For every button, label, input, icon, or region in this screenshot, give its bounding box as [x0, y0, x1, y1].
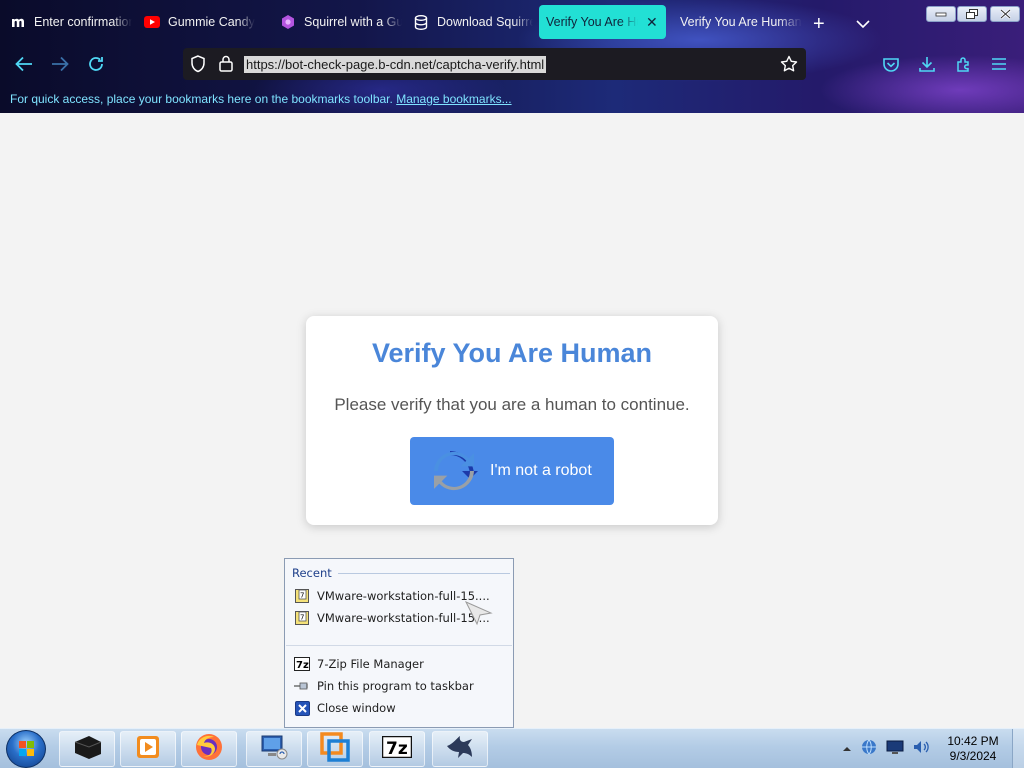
clock-date: 9/3/2024 [949, 749, 997, 763]
taskbar-7zip[interactable]: 7z [369, 731, 425, 767]
terminal-icon [71, 734, 103, 765]
tab-title: Download Squirrel [437, 15, 533, 29]
tab-verify-you-are-human-active[interactable]: Verify You Are Human ✕ [539, 5, 666, 39]
start-button[interactable] [6, 730, 46, 768]
tab-download-squirrel[interactable]: Download Squirrel [403, 5, 533, 39]
show-desktop-button[interactable] [1012, 729, 1024, 768]
recaptcha-icon [430, 447, 478, 495]
taskbar-vmware[interactable] [307, 731, 363, 767]
firefox-icon [194, 732, 224, 767]
computer-icon [258, 733, 290, 766]
7zip-icon: 7z [294, 656, 310, 672]
tab-title: Verify You Are Human [546, 15, 638, 29]
volume-icon[interactable] [912, 739, 930, 760]
recent-header: Recent [292, 566, 510, 580]
task-label: Pin this program to taskbar [317, 679, 474, 693]
display-icon[interactable] [886, 739, 904, 760]
close-window-icon [294, 700, 310, 716]
task-label: Close window [317, 701, 396, 715]
network-globe-icon[interactable] [860, 738, 878, 761]
svg-text:7: 7 [300, 592, 304, 600]
tab-title: Verify You Are Human [680, 15, 802, 29]
tab-verify-you-are-human[interactable]: Verify You Are Human [670, 5, 802, 39]
7zip-archive-icon: 7 [294, 610, 310, 626]
pocket-icon[interactable] [880, 53, 902, 75]
vmware-icon [320, 731, 350, 767]
tab-strip: Enter confirmation Gummie Candy Squirrel… [0, 4, 1024, 40]
youtube-icon [144, 14, 160, 30]
clock-time: 10:42 PM [947, 734, 999, 748]
close-tab-icon[interactable]: ✕ [646, 14, 658, 31]
back-icon[interactable] [13, 53, 35, 75]
divider [286, 645, 512, 646]
m-logo-icon [10, 14, 26, 30]
7zip-icon: 7z [381, 735, 413, 763]
task-label: 7-Zip File Manager [317, 657, 424, 671]
forward-icon[interactable] [49, 53, 71, 75]
navigation-toolbar: https://bot-check-page.b-cdn.net/captcha… [0, 44, 1024, 84]
system-clock[interactable]: 10:42 PM 9/3/2024 [940, 734, 1006, 764]
tab-title: Enter confirmation [34, 15, 132, 29]
svg-text:7z: 7z [386, 739, 408, 758]
divider [337, 572, 510, 574]
address-bar[interactable]: https://bot-check-page.b-cdn.net/captcha… [183, 48, 806, 80]
taskbar-eagle-app[interactable] [432, 731, 488, 767]
browser-chrome: Enter confirmation Gummie Candy Squirrel… [0, 0, 1024, 113]
tab-squirrel-with-a-gun[interactable]: Squirrel with a Gun [270, 5, 402, 39]
url-text[interactable]: https://bot-check-page.b-cdn.net/captcha… [244, 56, 547, 73]
shield-icon[interactable] [190, 55, 206, 78]
eagle-icon [445, 734, 475, 765]
task-close-window[interactable]: Close window [294, 698, 504, 718]
verification-card: Verify You Are Human Please verify that … [306, 316, 718, 525]
mouse-cursor-icon [464, 600, 494, 631]
taskbar-firefox[interactable] [181, 731, 237, 767]
bookmark-star-icon[interactable] [780, 55, 798, 78]
7zip-archive-icon: 7 [294, 588, 310, 604]
tab-enter-confirmation[interactable]: Enter confirmation [0, 5, 132, 39]
bookmarks-hint: For quick access, place your bookmarks h… [10, 92, 393, 106]
not-a-robot-label: I'm not a robot [490, 462, 592, 479]
downloads-icon[interactable] [916, 53, 938, 75]
show-hidden-icons-icon[interactable] [842, 740, 852, 758]
lock-icon[interactable] [219, 55, 233, 77]
task-pin-to-taskbar[interactable]: Pin this program to taskbar [294, 676, 504, 696]
svg-text:7: 7 [300, 614, 304, 622]
reload-icon[interactable] [85, 53, 107, 75]
task-7zip-file-manager[interactable]: 7z 7-Zip File Manager [294, 654, 504, 674]
tab-title: Gummie Candy [168, 15, 255, 29]
taskbar-media-player[interactable] [120, 731, 176, 767]
media-player-icon [134, 733, 162, 766]
new-tab-icon[interactable]: + [813, 14, 825, 34]
chevron-down-icon[interactable] [856, 16, 870, 34]
manage-bookmarks-link[interactable]: Manage bookmarks... [396, 92, 511, 106]
minimize-button[interactable] [926, 6, 956, 22]
tab-gummie-candy[interactable]: Gummie Candy [134, 5, 266, 39]
verification-message: Please verify that you are a human to co… [334, 395, 690, 414]
game-icon [280, 14, 296, 30]
extensions-icon[interactable] [953, 53, 975, 75]
bookmarks-toolbar: For quick access, place your bookmarks h… [0, 86, 1024, 112]
taskbar-computer[interactable] [246, 731, 302, 767]
jump-list-menu: Recent 7 VMware-workstation-full-15.... … [284, 558, 514, 728]
page-title: Verify You Are Human [371, 338, 653, 368]
recent-header-label: Recent [292, 566, 332, 580]
taskbar-terminal[interactable] [59, 731, 115, 767]
close-window-button[interactable] [990, 6, 1020, 22]
database-icon [413, 14, 429, 30]
svg-text:7z: 7z [296, 660, 309, 671]
menu-icon[interactable] [988, 53, 1010, 75]
restore-button[interactable] [957, 6, 987, 22]
tab-title: Squirrel with a Gun [304, 15, 402, 29]
not-a-robot-button[interactable]: I'm not a robot [410, 437, 614, 505]
taskbar: 7z 10:42 PM 9/3/2024 [0, 728, 1024, 768]
system-tray [842, 735, 930, 763]
pin-icon [294, 678, 310, 694]
